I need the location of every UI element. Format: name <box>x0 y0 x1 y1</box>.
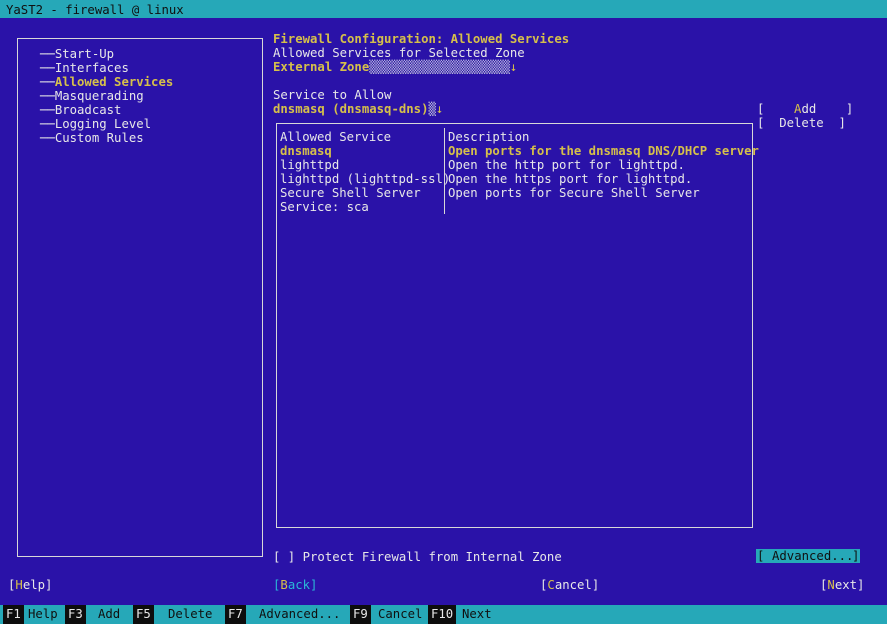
add-button[interactable]: [ Add ] <box>757 102 853 116</box>
table-row-service[interactable]: Secure Shell Server <box>280 186 421 200</box>
fkey-f9[interactable]: F9 <box>350 605 371 624</box>
advanced-button-label: Advanced... <box>772 549 854 563</box>
help-button-label: Help <box>15 578 46 592</box>
sidebar-item-label: Interfaces <box>54 61 129 75</box>
service-label: Service to Allow <box>273 88 392 102</box>
table-row-description[interactable]: Open the https port for lighttpd. <box>448 172 692 186</box>
chevron-down-icon: ↓ <box>435 102 444 116</box>
sidebar-item-masquerading[interactable]: ──Masquerading <box>40 89 144 103</box>
back-button[interactable]: [Back] <box>273 578 317 592</box>
zone-value: External Zone <box>273 60 370 74</box>
service-select-fill: ▒ <box>428 102 436 116</box>
fkey-f10[interactable]: F10 <box>428 605 457 624</box>
fkey-f10-label[interactable]: Next <box>462 605 492 624</box>
table-header-description: Description <box>448 130 530 144</box>
sidebar-tree[interactable]: ──Start-Up ──Interfaces ──Allowed Servic… <box>17 38 263 557</box>
zone-label: Allowed Services for Selected Zone <box>273 46 525 60</box>
chevron-down-icon: ↓ <box>509 60 518 74</box>
table-header-service: Allowed Service <box>280 130 392 144</box>
delete-button-label: Delete <box>779 116 824 130</box>
sidebar-item-interfaces[interactable]: ──Interfaces <box>40 61 129 75</box>
window-titlebar: YaST2 - firewall @ linux <box>0 0 887 18</box>
fkey-f7[interactable]: F7 <box>225 605 246 624</box>
sidebar-item-start-up[interactable]: ──Start-Up <box>40 47 114 61</box>
fkey-f7-label[interactable]: Advanced... <box>259 605 340 624</box>
sidebar-item-label: Logging Level <box>54 117 152 131</box>
next-button-label: Next <box>827 578 858 592</box>
sidebar-item-label: Custom Rules <box>54 131 144 145</box>
fkey-f5-label[interactable]: Delete <box>168 605 212 624</box>
sidebar-item-label: Broadcast <box>54 103 122 117</box>
table-row-description[interactable]: Open ports for Secure Shell Server <box>448 186 700 200</box>
next-button[interactable]: [Next] <box>820 578 864 592</box>
fkey-f3-label[interactable]: Add <box>98 605 120 624</box>
cancel-button-label: Cancel <box>547 578 592 592</box>
add-button-label: dd <box>801 102 817 116</box>
table-row-description[interactable]: Open the http port for lighttpd. <box>448 158 685 172</box>
fkey-f5[interactable]: F5 <box>133 605 154 624</box>
fkey-f1-label[interactable]: Help <box>28 605 58 624</box>
delete-button[interactable]: [ Delete ] <box>757 116 846 130</box>
back-button-label: Back <box>280 578 311 592</box>
sidebar-item-label: Allowed Services <box>54 75 174 89</box>
advanced-button[interactable]: [ Advanced...] <box>756 549 860 563</box>
table-row-service[interactable]: Service: sca <box>280 200 369 214</box>
fkey-f3[interactable]: F3 <box>65 605 86 624</box>
zone-select[interactable]: External Zone▒▒▒▒▒▒▒▒▒▒▒▒▒▒▒▒▒▒▒↓ <box>273 60 517 74</box>
fkey-f1[interactable]: F1 <box>3 605 24 624</box>
column-separator <box>444 128 445 214</box>
zone-select-fill: ▒▒▒▒▒▒▒▒▒▒▒▒▒▒▒▒▒▒▒ <box>369 60 510 74</box>
table-row-service[interactable]: lighttpd <box>280 158 339 172</box>
cancel-button[interactable]: [Cancel] <box>540 578 599 592</box>
table-row-description[interactable]: Open ports for the dnsmasq DNS/DHCP serv… <box>448 144 759 158</box>
table-row-service[interactable]: dnsmasq <box>280 144 332 158</box>
service-select[interactable]: dnsmasq (dnsmasq-dns)▒↓ <box>273 102 443 116</box>
window-title: YaST2 - firewall @ linux <box>6 3 184 17</box>
fkey-f9-label[interactable]: Cancel <box>378 605 422 624</box>
table-row-service[interactable]: lighttpd (lighttpd-ssl) <box>280 172 450 186</box>
sidebar-item-custom-rules[interactable]: ──Custom Rules <box>40 131 144 145</box>
function-key-bar: F1 Help F3 Add F5 Delete F7 Advanced... … <box>0 605 887 624</box>
sidebar-item-allowed-services[interactable]: ──Allowed Services <box>40 75 173 89</box>
sidebar-item-label: Masquerading <box>54 89 144 103</box>
page-title: Firewall Configuration: Allowed Services <box>273 32 570 46</box>
service-value: dnsmasq (dnsmasq-dns) <box>273 102 429 116</box>
sidebar-item-label: Start-Up <box>54 47 115 61</box>
protect-firewall-label: Protect Firewall from Internal Zone <box>302 550 562 564</box>
sidebar-item-logging-level[interactable]: ──Logging Level <box>40 117 151 131</box>
help-button[interactable]: [Help] <box>8 578 52 592</box>
protect-firewall-checkbox[interactable]: [ ] Protect Firewall from Internal Zone <box>273 550 562 564</box>
sidebar-item-broadcast[interactable]: ──Broadcast <box>40 103 121 117</box>
